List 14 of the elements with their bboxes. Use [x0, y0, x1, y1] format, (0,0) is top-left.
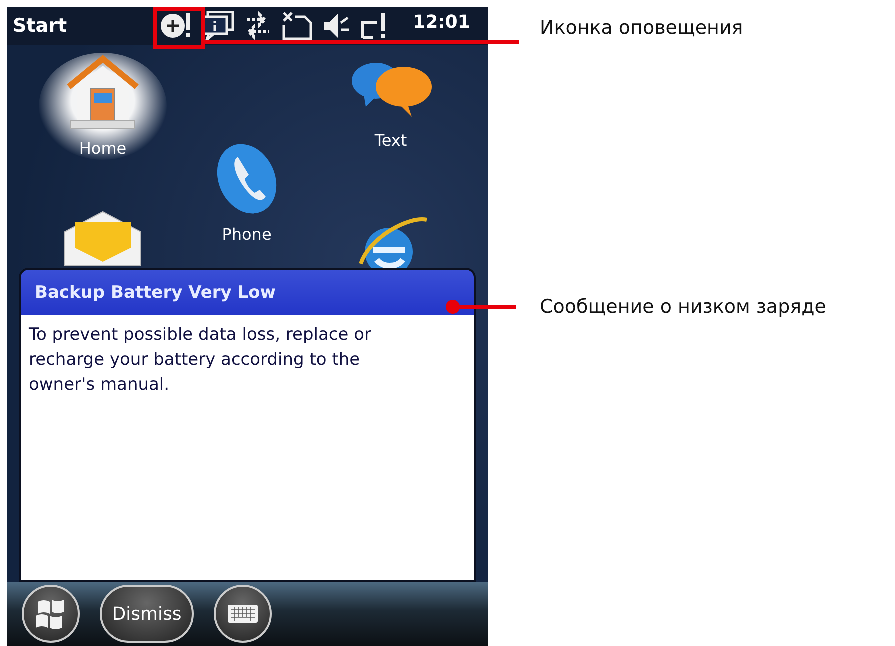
app-tile[interactable]: Phone — [190, 137, 304, 246]
app-tile[interactable]: Text — [324, 53, 458, 152]
no-sim-icon[interactable] — [281, 11, 314, 41]
dismiss-button[interactable]: Dismiss — [100, 585, 194, 643]
highlight-frame — [153, 7, 205, 49]
clock: 12:01 — [413, 12, 470, 32]
app-tile[interactable]: Home — [39, 53, 167, 160]
dialog-title: Backup Battery Very Low — [35, 282, 276, 302]
keyboard-icon — [227, 604, 259, 624]
annotation-text: Иконка оповещения — [540, 17, 744, 39]
start-title: Start — [13, 15, 68, 37]
dialog-message: To prevent possible data loss, replace or recharge your battery according to the owner's manual. — [29, 324, 372, 397]
leader-line — [445, 299, 517, 315]
annotation-text: Сообщение о низком заряде — [540, 296, 826, 318]
